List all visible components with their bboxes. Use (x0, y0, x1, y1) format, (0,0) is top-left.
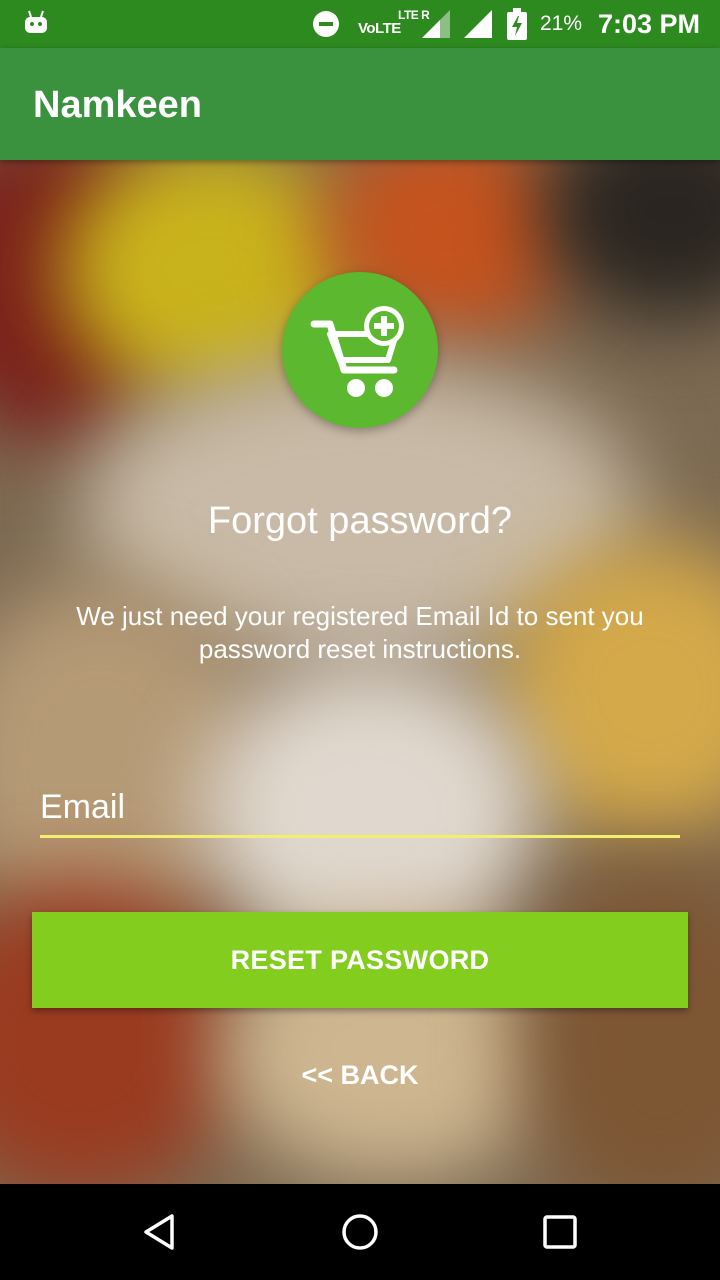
forgot-password-screen: Forgot password? We just need your regis… (0, 160, 720, 1184)
clock: 7:03 PM (598, 9, 701, 39)
app-bar: Namkeen (0, 48, 720, 160)
app-title: Namkeen (33, 84, 202, 126)
battery-charging-icon (507, 8, 527, 40)
email-input[interactable] (40, 780, 680, 835)
page-heading: Forgot password? (207, 500, 513, 542)
back-link[interactable]: << BACK (0, 1060, 720, 1091)
system-nav-bar (0, 1184, 720, 1280)
email-field (40, 780, 680, 838)
add-to-cart-logo (282, 272, 438, 428)
reset-password-button[interactable]: RESET PASSWORD (32, 912, 688, 1008)
status-bar: VoLTE LTE R 21% 7:03 PM (0, 0, 720, 48)
back-triangle-icon[interactable] (140, 1212, 180, 1252)
home-circle-icon[interactable] (340, 1212, 380, 1252)
instructions-text: We just need your registered Email Id to… (76, 601, 644, 664)
volte-label: VoLTE (358, 20, 401, 37)
signal-icon (464, 10, 492, 38)
recents-square-icon[interactable] (540, 1212, 580, 1252)
signal-icon (422, 10, 450, 38)
android-icon (25, 10, 47, 33)
add-to-cart-icon (310, 306, 404, 397)
battery-percent: 21% (540, 12, 583, 35)
do-not-disturb-icon (313, 11, 339, 37)
